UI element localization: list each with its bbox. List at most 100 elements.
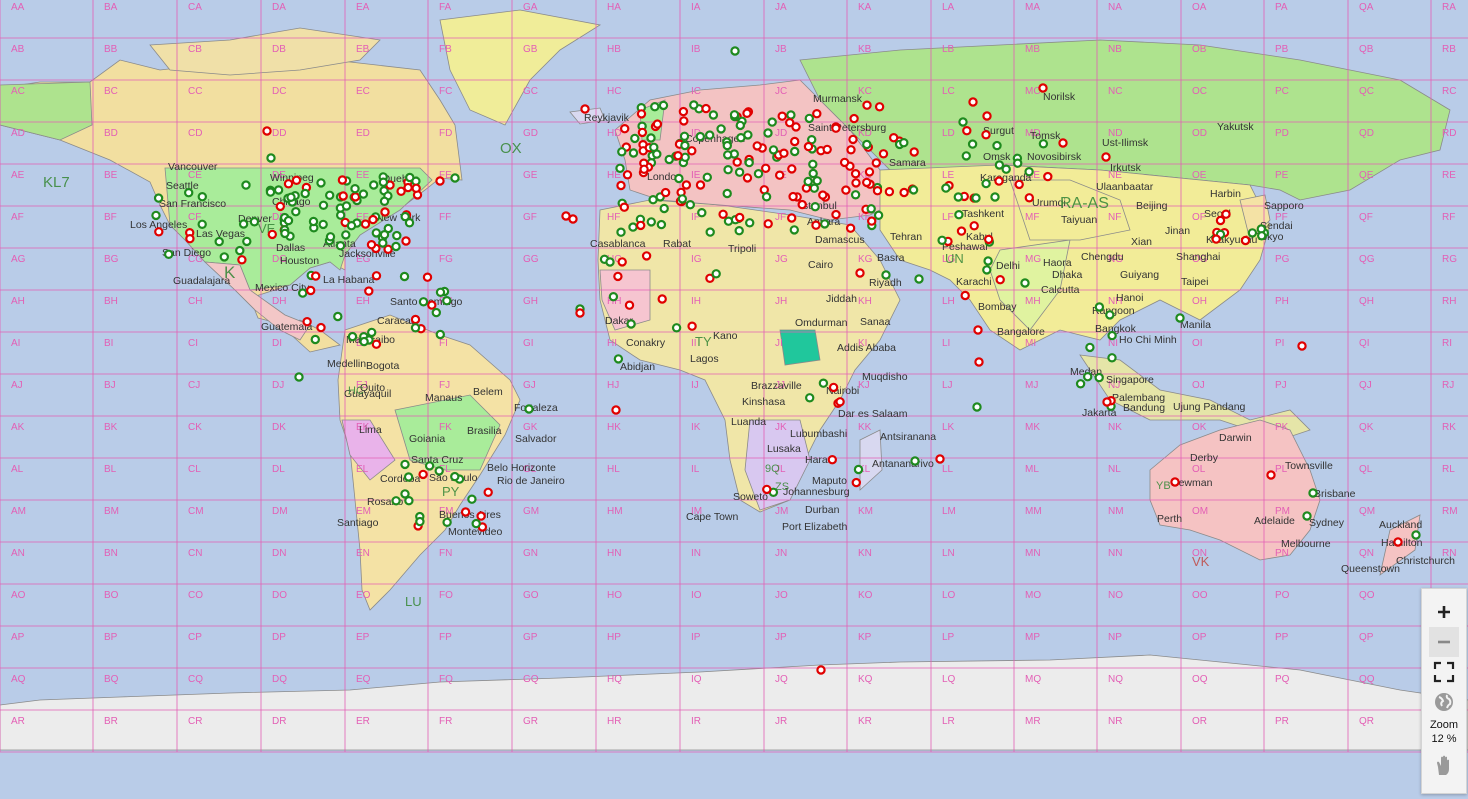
unworked-station-marker[interactable] [846,145,856,155]
worked-station-marker[interactable] [325,232,336,242]
worked-station-marker[interactable] [734,225,744,236]
unworked-station-marker[interactable] [811,220,821,230]
unworked-station-marker[interactable] [371,271,382,281]
worked-station-marker[interactable] [415,516,425,527]
unworked-station-marker[interactable] [435,176,445,186]
unworked-station-marker[interactable] [1058,138,1068,148]
unworked-station-marker[interactable] [788,191,798,202]
unworked-station-marker[interactable] [410,314,421,325]
unworked-station-marker[interactable] [185,233,195,244]
unworked-station-marker[interactable] [791,122,801,132]
unworked-station-marker[interactable] [867,216,877,226]
worked-station-marker[interactable] [753,168,764,179]
unworked-station-marker[interactable] [639,164,649,174]
worked-station-marker[interactable] [679,131,690,141]
worked-station-marker[interactable] [862,139,872,150]
worked-station-marker[interactable] [1085,342,1095,353]
worked-station-marker[interactable] [722,188,732,199]
worked-station-marker[interactable] [680,152,690,162]
unworked-station-marker[interactable] [862,177,872,188]
worked-station-marker[interactable] [318,219,328,230]
worked-station-marker[interactable] [249,217,260,227]
worked-station-marker[interactable] [336,210,346,220]
worked-station-marker[interactable] [1105,310,1115,320]
worked-station-marker[interactable] [659,203,669,214]
worked-station-marker[interactable] [716,124,726,134]
worked-station-marker[interactable] [723,150,733,160]
worked-station-marker[interactable] [971,193,981,203]
unworked-station-marker[interactable] [622,170,633,180]
unworked-station-marker[interactable] [718,209,728,219]
worked-station-marker[interactable] [350,183,360,194]
worked-station-marker[interactable] [630,133,640,144]
worked-station-marker[interactable] [467,494,477,504]
unworked-station-marker[interactable] [427,300,437,310]
unworked-station-marker[interactable] [851,477,862,488]
unworked-station-marker[interactable] [969,221,979,231]
worked-station-marker[interactable] [371,228,381,238]
unworked-station-marker[interactable] [763,219,773,229]
worked-station-marker[interactable] [403,472,414,482]
worked-station-marker[interactable] [400,459,410,470]
unworked-station-marker[interactable] [732,157,742,167]
unworked-station-marker[interactable] [994,176,1004,186]
unworked-station-marker[interactable] [841,185,851,195]
unworked-station-marker[interactable] [1101,152,1111,162]
unworked-station-marker[interactable] [777,111,787,121]
unworked-station-marker[interactable] [368,214,378,225]
worked-station-marker[interactable] [954,209,964,220]
unworked-station-marker[interactable] [995,275,1005,285]
globe-button[interactable] [1429,687,1459,717]
worked-station-marker[interactable] [763,128,773,138]
worked-station-marker[interactable] [658,100,669,111]
unworked-station-marker[interactable] [956,226,967,236]
worked-station-marker[interactable] [235,245,245,256]
unworked-station-marker[interactable] [981,130,991,140]
unworked-station-marker[interactable] [1266,470,1276,480]
unworked-station-marker[interactable] [1393,537,1403,547]
unworked-station-marker[interactable] [1221,209,1231,219]
worked-station-marker[interactable] [1013,158,1023,168]
unworked-station-marker[interactable] [401,236,411,246]
unworked-station-marker[interactable] [418,469,428,480]
worked-station-marker[interactable] [286,192,296,202]
unworked-station-marker[interactable] [636,109,647,119]
unworked-station-marker[interactable] [620,123,630,134]
unworked-station-marker[interactable] [237,255,247,265]
worked-station-marker[interactable] [316,178,326,188]
unworked-station-marker[interactable] [695,180,706,190]
unworked-station-marker[interactable] [360,219,371,229]
unworked-station-marker[interactable] [681,180,692,190]
unworked-station-marker[interactable] [411,183,421,193]
worked-station-marker[interactable] [346,220,357,231]
unworked-station-marker[interactable] [652,119,663,129]
unworked-station-marker[interactable] [864,167,875,177]
worked-station-marker[interactable] [424,461,435,471]
unworked-station-marker[interactable] [889,132,899,143]
unworked-station-marker[interactable] [460,507,471,517]
unworked-station-marker[interactable] [878,149,889,159]
worked-station-marker[interactable] [689,100,699,110]
unworked-station-marker[interactable] [1102,397,1112,407]
unworked-station-marker[interactable] [1211,234,1221,244]
worked-station-marker[interactable] [873,210,884,220]
unworked-station-marker[interactable] [657,294,667,304]
unworked-station-marker[interactable] [1038,83,1048,93]
worked-station-marker[interactable] [953,192,964,202]
worked-station-marker[interactable] [241,180,251,190]
unworked-station-marker[interactable] [812,108,822,119]
worked-station-marker[interactable] [768,145,779,155]
worked-station-marker[interactable] [812,176,822,186]
worked-station-marker[interactable] [744,157,754,168]
worked-station-marker[interactable] [608,292,619,302]
unworked-station-marker[interactable] [828,382,839,393]
unworked-station-marker[interactable] [962,125,972,136]
worked-station-marker[interactable] [1020,278,1030,288]
unworked-station-marker[interactable] [742,108,752,119]
worked-station-marker[interactable] [405,172,415,183]
worked-station-marker[interactable] [705,227,715,237]
unworked-station-marker[interactable] [871,158,882,168]
worked-station-marker[interactable] [291,206,301,217]
worked-station-marker[interactable] [616,227,626,237]
unworked-station-marker[interactable] [779,148,789,158]
